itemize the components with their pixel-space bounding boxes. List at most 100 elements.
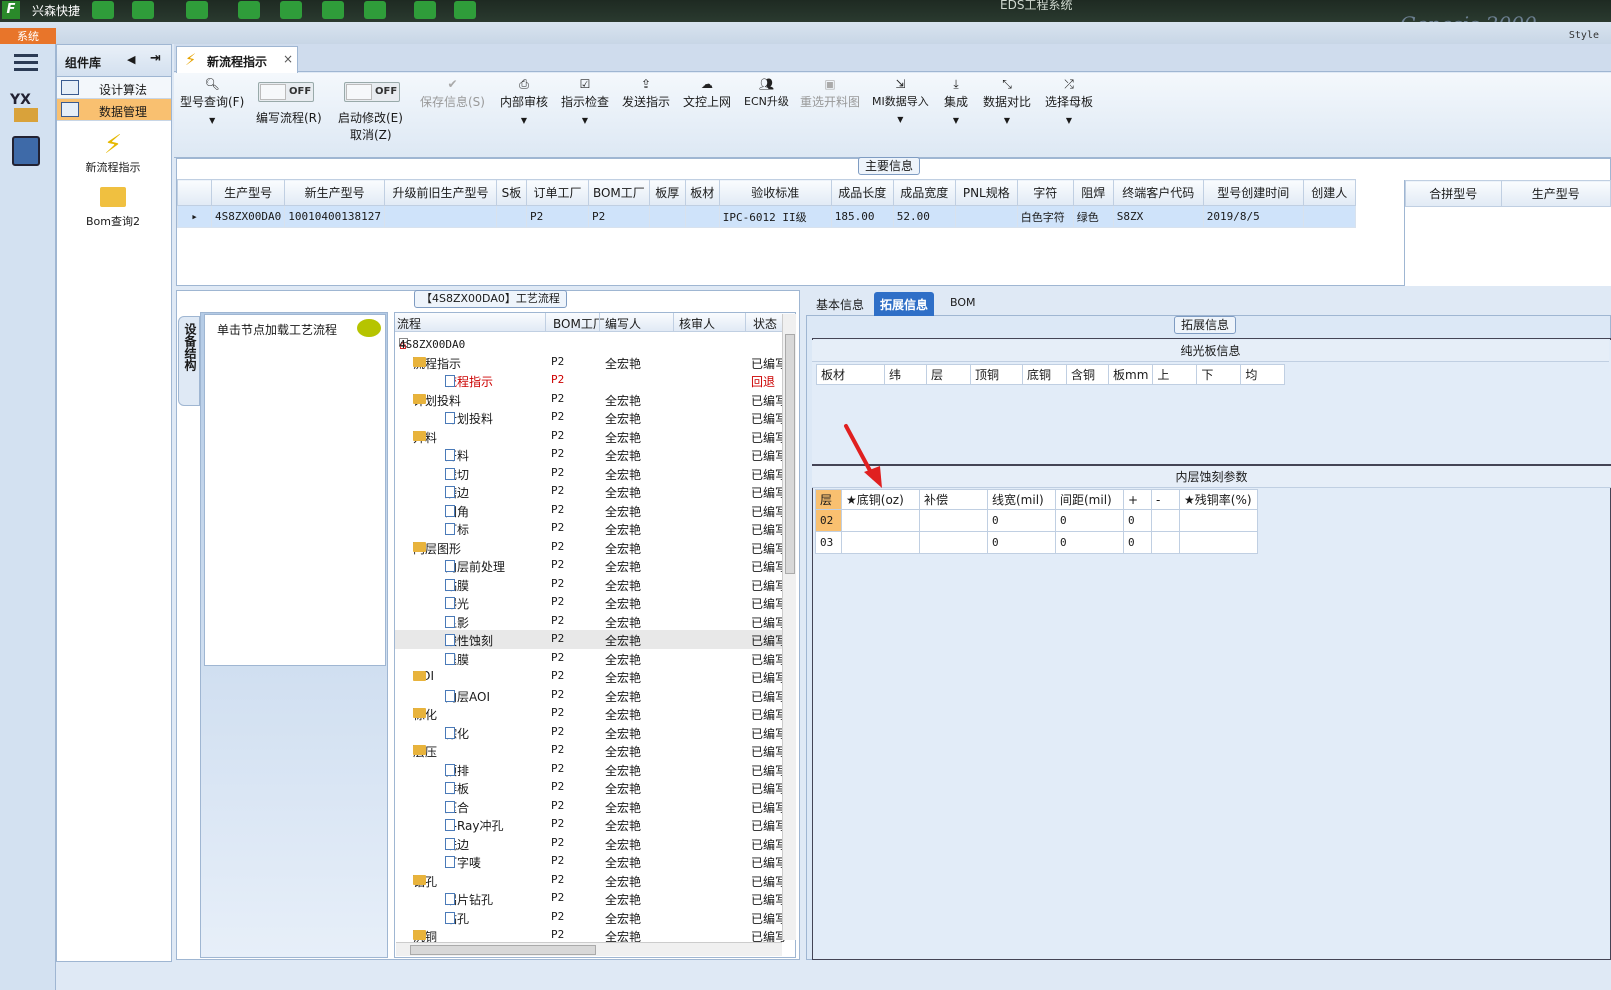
edit-flow-toggle[interactable]: OFF bbox=[258, 82, 314, 102]
table-cell[interactable] bbox=[841, 509, 920, 532]
col-header[interactable]: 成品长度 bbox=[830, 179, 894, 206]
tree-row[interactable]: 铣边 P2 全宏艳 已编写 bbox=[395, 834, 787, 853]
col-header[interactable]: 含铜 bbox=[1066, 364, 1109, 385]
col-header[interactable]: 线宽(mil) bbox=[987, 489, 1056, 510]
grid-cell[interactable]: 4S8ZX00DA0 bbox=[210, 205, 286, 228]
reselect-image-button[interactable]: ▣ 重选开料图 bbox=[800, 77, 860, 110]
tree-row[interactable]: −计划投料P2全宏艳已编写 bbox=[395, 390, 787, 409]
col-header[interactable]: + bbox=[1123, 489, 1152, 510]
col-header[interactable]: 型号创建时间 bbox=[1202, 179, 1304, 206]
col-header[interactable]: 板厚 bbox=[648, 179, 686, 206]
table-cell[interactable] bbox=[919, 531, 988, 554]
pin-icon[interactable]: ⇥ bbox=[150, 51, 161, 66]
col-header[interactable]: ★残铜率(%) bbox=[1179, 489, 1258, 510]
merge-col-header[interactable]: 生产型号 bbox=[1500, 180, 1611, 207]
tab-extended-info[interactable]: 拓展信息 bbox=[874, 292, 935, 316]
col-header[interactable]: 层 bbox=[926, 364, 971, 385]
col-header[interactable]: PNL规格 bbox=[954, 179, 1018, 206]
tree-row[interactable]: −层压P2全宏艳已编写 bbox=[395, 741, 787, 760]
grid-cell[interactable] bbox=[1302, 205, 1356, 228]
grid-cell[interactable] bbox=[684, 205, 720, 228]
table-row[interactable]: 02 0 0 0 bbox=[815, 509, 1258, 532]
col-header[interactable]: 验收标准 bbox=[718, 179, 832, 206]
table-cell[interactable]: 02 bbox=[815, 509, 842, 532]
col-header[interactable]: 间距(mil) bbox=[1055, 489, 1124, 510]
nav-item-data-management[interactable]: 数据管理 bbox=[57, 99, 171, 121]
model-query-button[interactable]: 🔍︎ 型号查询(F) ▼ bbox=[180, 77, 244, 125]
table-row[interactable]: 03 0 0 0 bbox=[815, 531, 1258, 554]
tree-row[interactable]: 圆角 P2 全宏艳 已编写 bbox=[395, 501, 787, 520]
tree-row[interactable]: 开料 P2 全宏艳 已编写 bbox=[395, 445, 787, 464]
grid-cell[interactable]: 52.00 bbox=[892, 205, 956, 228]
calculator-icon[interactable] bbox=[12, 136, 40, 166]
tab-basic-info[interactable]: 基本信息 bbox=[810, 292, 870, 316]
table-cell[interactable]: 0 bbox=[1123, 531, 1152, 554]
table-cell[interactable]: 0 bbox=[987, 509, 1056, 532]
col-header[interactable]: 纬 bbox=[884, 364, 927, 385]
grid-cell[interactable]: P2 bbox=[525, 205, 589, 228]
col-header[interactable]: 字符 bbox=[1016, 179, 1074, 206]
table-cell[interactable] bbox=[1179, 509, 1258, 532]
tree-row[interactable]: 裁切 P2 全宏艳 已编写 bbox=[395, 464, 787, 483]
col-header[interactable]: 板材 bbox=[684, 179, 720, 206]
col-header[interactable]: 上 bbox=[1152, 364, 1198, 385]
load-hint-box[interactable]: 单击节点加载工艺流程 bbox=[204, 314, 386, 666]
doc-upload-button[interactable]: ☁ 文控上网 bbox=[683, 77, 731, 110]
col-header[interactable]: 终端客户代码 bbox=[1112, 179, 1204, 206]
col-header-process[interactable]: 流程 bbox=[397, 315, 421, 332]
grid-cell[interactable]: IPC-6012 II级 bbox=[718, 205, 832, 228]
tree-row[interactable]: 预排 P2 全宏艳 已编写 bbox=[395, 760, 787, 779]
tab-new-flow[interactable]: ⚡ 新流程指示 × bbox=[176, 46, 298, 74]
col-header[interactable]: - bbox=[1151, 489, 1180, 510]
col-header[interactable]: BOM工厂 bbox=[587, 179, 650, 206]
tab-equipment-structure[interactable]: 设备结构 bbox=[178, 316, 200, 406]
tree-root-node[interactable]: − ⌂ 4S8ZX00DA0 bbox=[395, 334, 783, 353]
grid-cell[interactable]: 2019/8/5 bbox=[1202, 205, 1304, 228]
col-header[interactable]: 板mm bbox=[1107, 364, 1154, 385]
internal-review-button[interactable]: ⎙ 内部审核 ▼ bbox=[500, 77, 548, 125]
tree-row[interactable]: −钻孔P2全宏艳已编写 bbox=[395, 871, 787, 890]
grid-cell[interactable] bbox=[495, 205, 527, 228]
col-header[interactable]: 顶铜 bbox=[970, 364, 1023, 385]
grid-icon[interactable] bbox=[186, 1, 208, 19]
tree-row[interactable]: −流程指示P2全宏艳已编写 bbox=[395, 353, 787, 372]
mi-import-button[interactable]: ⇲ MI数据导入 ▼ bbox=[872, 77, 929, 124]
tree-row[interactable]: X-Ray冲孔 P2 全宏艳 已编写 bbox=[395, 815, 787, 834]
table-icon[interactable] bbox=[364, 1, 386, 19]
start-modify-toggle[interactable]: OFF bbox=[344, 82, 400, 102]
tree-row[interactable]: 计划投料 P2 全宏艳 已编写 bbox=[395, 408, 787, 427]
col-header[interactable]: 底铜 bbox=[1022, 364, 1067, 385]
col-header[interactable]: 成品宽度 bbox=[892, 179, 956, 206]
grid-cell[interactable]: 绿色 bbox=[1072, 205, 1114, 228]
tree-row[interactable]: −棕化P2全宏艳已编写 bbox=[395, 704, 787, 723]
tree-row[interactable]: 排板 P2 全宏艳 已编写 bbox=[395, 778, 787, 797]
tree-row[interactable]: 贴膜 P2 全宏艳 已编写 bbox=[395, 575, 787, 594]
tree-row[interactable]: 曝光 P2 全宏艳 已编写 bbox=[395, 593, 787, 612]
tree-row[interactable]: 内层AOI P2 全宏艳 已编写 bbox=[395, 686, 787, 705]
grid-cell[interactable] bbox=[954, 205, 1018, 228]
ecn-upgrade-button[interactable]: 👥︎ ECN升级 bbox=[744, 77, 789, 109]
settings-icon[interactable] bbox=[132, 1, 154, 19]
table-cell[interactable] bbox=[1151, 509, 1180, 532]
table-cell[interactable] bbox=[841, 531, 920, 554]
table-cell[interactable]: 0 bbox=[1055, 509, 1124, 532]
grid-cell[interactable] bbox=[383, 205, 497, 228]
col-header[interactable]: ★底铜(oz) bbox=[841, 489, 920, 510]
col-header[interactable]: 升级前旧生产型号 bbox=[383, 179, 497, 206]
chart-icon[interactable] bbox=[454, 1, 476, 19]
table-cell[interactable]: 0 bbox=[1055, 531, 1124, 554]
indicator-check-button[interactable]: ☑ 指示检查 ▼ bbox=[561, 77, 609, 125]
integrate-button[interactable]: ⤓ 集成 ▼ bbox=[944, 77, 968, 125]
col-header-bom-factory[interactable]: BOM工厂 bbox=[553, 315, 605, 332]
tree-row[interactable]: 退膜 P2 全宏艳 已编写 bbox=[395, 649, 787, 668]
style-menu[interactable]: Style bbox=[1569, 30, 1599, 41]
tree-row[interactable]: −AOIP2全宏艳已编写 bbox=[395, 667, 787, 686]
table-cell[interactable]: 0 bbox=[1123, 509, 1152, 532]
bom-query-tool[interactable]: Bom查询2 bbox=[63, 187, 163, 229]
col-header-status[interactable]: 状态 bbox=[753, 315, 777, 332]
grid-cell[interactable] bbox=[648, 205, 686, 228]
col-header[interactable]: 下 bbox=[1196, 364, 1242, 385]
tree-row[interactable]: 钻孔 P2 全宏艳 已编写 bbox=[395, 908, 787, 927]
menu-icon[interactable] bbox=[14, 54, 38, 72]
save-icon[interactable] bbox=[280, 1, 302, 19]
